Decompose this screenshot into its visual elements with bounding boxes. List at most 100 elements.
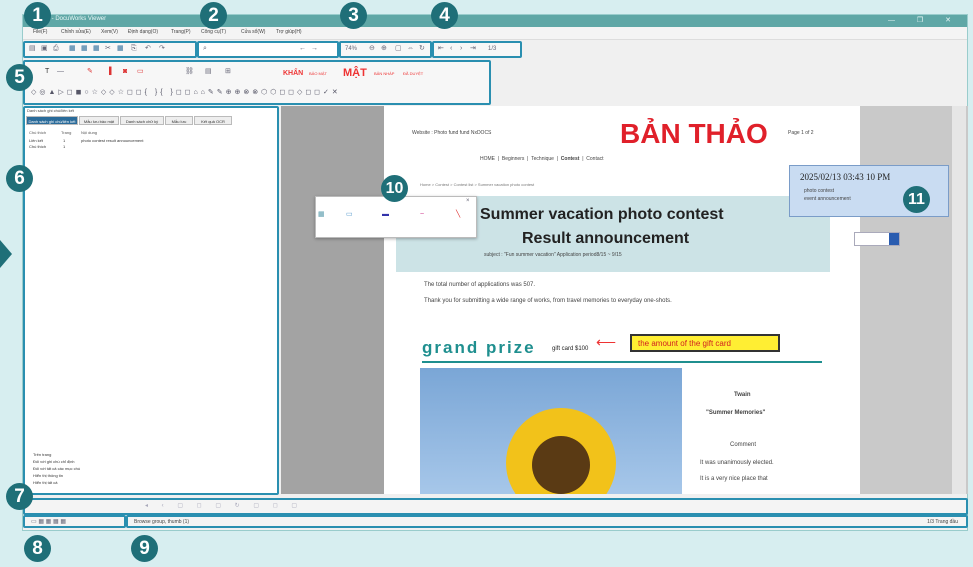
option-show-info[interactable]: Hiển thị thông tin bbox=[33, 473, 63, 478]
shape-tools-row[interactable]: ◇◎▲▷◻◼○☆◇◇☆◻◻{ }{ }◻◻⌂⌂✎✎⊕⊕⊗⊗⬡⬡◻◻◇◻◻✓✕ bbox=[31, 88, 341, 96]
note-line-1: photo contest bbox=[804, 188, 835, 194]
para-applications: The total number of applications was 507… bbox=[424, 282, 536, 288]
blue-slider-handle[interactable] bbox=[854, 232, 900, 246]
zoom-value[interactable]: 74% bbox=[345, 43, 357, 55]
menu-help[interactable]: Trợ giúp(H) bbox=[276, 29, 302, 35]
menu-page[interactable]: Trang(P) bbox=[171, 29, 191, 35]
option-all-items[interactable]: Đối với tất cả các mục chú bbox=[33, 466, 80, 471]
badge-2: 2 bbox=[200, 2, 227, 29]
palette-fill-icon[interactable]: ▭ bbox=[346, 209, 353, 221]
shape-icon[interactable]: ▭ bbox=[137, 66, 144, 78]
floating-tool-palette[interactable]: ▦ ▭ ▬ ~ ╲ × bbox=[315, 196, 477, 238]
comment-label: Comment bbox=[730, 442, 757, 448]
stamp-mat[interactable]: MẬT bbox=[343, 67, 367, 79]
palette-curve-icon[interactable]: ~ bbox=[420, 209, 424, 221]
undo-icon[interactable]: ↶ bbox=[145, 43, 151, 55]
fit-page-icon[interactable]: ▢ bbox=[395, 43, 402, 55]
menu-view[interactable]: Xem(V) bbox=[101, 29, 118, 35]
line-tool-icon[interactable]: — bbox=[57, 66, 64, 78]
paste-icon[interactable]: ⎘ bbox=[131, 43, 137, 55]
grid-icon[interactable]: ⊞ bbox=[225, 66, 231, 78]
palette-pen-icon[interactable]: ╲ bbox=[456, 209, 460, 221]
save-icon[interactable]: ▣ bbox=[41, 43, 48, 55]
redo-icon[interactable]: ↷ bbox=[159, 43, 165, 55]
note-icon[interactable]: ▤ bbox=[205, 66, 212, 78]
menu-file[interactable]: File(F) bbox=[33, 29, 47, 35]
zoom-in-icon[interactable]: ⊕ bbox=[381, 43, 387, 55]
teal-divider bbox=[422, 361, 822, 363]
option-show-all[interactable]: Hiển thị tất cả bbox=[33, 480, 57, 485]
palette-color-icon[interactable]: ▦ bbox=[318, 209, 325, 221]
search-icon[interactable]: ⌕ bbox=[203, 43, 207, 55]
prev-page-icon[interactable]: ‹ bbox=[450, 43, 452, 55]
subject-line: subject : "Fun summer vacation" Applicat… bbox=[484, 252, 622, 258]
tab-secure-templates[interactable]: Mẫu lưu bảo mật bbox=[79, 116, 119, 125]
panel-frame bbox=[23, 106, 279, 495]
slider-thumb[interactable] bbox=[889, 233, 899, 245]
zoom-out-icon[interactable]: ⊖ bbox=[369, 43, 375, 55]
standard-toolbar: ▤ ▣ ⎙ ▦ ▦ ▦ ✂ ▦ ⎘ ↶ ↷ bbox=[23, 41, 197, 58]
badge-9: 9 bbox=[131, 535, 158, 562]
print-icon[interactable]: ⎙ bbox=[53, 43, 59, 55]
page-value[interactable]: 1/3 bbox=[488, 43, 496, 55]
stamp-small-2[interactable]: BẢN NHÁP bbox=[374, 71, 394, 76]
nav-beginners[interactable]: Beginners bbox=[502, 156, 525, 162]
status-bar: Browse group, thumb (1) 1/3 Trang đầu bbox=[126, 515, 968, 528]
stamp-small-1[interactable]: BẢO MẬT bbox=[309, 71, 327, 76]
highlighter-icon[interactable]: ▌ bbox=[109, 66, 114, 78]
first-page-icon[interactable]: ⇤ bbox=[438, 43, 444, 55]
view-single-icon[interactable]: ▭ ▦ ▦ ▦ ▦ bbox=[31, 516, 66, 528]
tab-notes-links[interactable]: Danh sách ghi chú/liên kết bbox=[26, 116, 78, 125]
window-title: ... - DocuWorks Viewer bbox=[45, 16, 107, 22]
text-tool-icon[interactable]: T bbox=[45, 66, 49, 78]
menu-tools[interactable]: Công cụ(T) bbox=[201, 29, 226, 35]
option-specified[interactable]: Đối với ghi chú chỉ định bbox=[33, 459, 75, 464]
next-page-icon[interactable]: › bbox=[460, 43, 462, 55]
status-message: Browse group, thumb (1) bbox=[134, 519, 190, 525]
panel-header: Danh sách ghi chú/liên kết bbox=[27, 108, 74, 113]
nav-technique[interactable]: Technique bbox=[531, 156, 554, 162]
palette-line-icon[interactable]: ▬ bbox=[382, 209, 389, 221]
gift-callout-box[interactable]: the amount of the gift card bbox=[630, 334, 780, 352]
stamp-icon[interactable]: ◙ bbox=[123, 66, 127, 78]
window-controls[interactable]: — ❐ ✕ bbox=[888, 16, 961, 24]
link-icon[interactable]: ⛓ bbox=[185, 66, 194, 78]
option-on-page[interactable]: Trên trang bbox=[33, 452, 51, 457]
nav-home[interactable]: HOME bbox=[480, 156, 495, 162]
badge-1: 1 bbox=[24, 2, 51, 29]
fit-width-icon[interactable]: ⇔ bbox=[407, 43, 414, 55]
column-page: Trang bbox=[61, 130, 72, 135]
bottom-toolbar: ◂ ‹ ▢ ◻ ▢ ↻ ▢ ◻ ▢ bbox=[23, 498, 968, 515]
winner-title: "Summer Memories" bbox=[706, 410, 766, 416]
close-icon[interactable]: × bbox=[466, 195, 470, 207]
view-icon-1[interactable]: ▦ bbox=[69, 43, 76, 55]
view-icon-2[interactable]: ▦ bbox=[81, 43, 88, 55]
last-page-icon[interactable]: ⇥ bbox=[470, 43, 476, 55]
view-icon-3[interactable]: ▦ bbox=[93, 43, 100, 55]
tab-ocr[interactable]: Kết quả OCR bbox=[194, 116, 232, 125]
menu-format[interactable]: Định dạng(O) bbox=[128, 29, 158, 35]
stamp-small-3[interactable]: ĐÃ DUYỆT bbox=[403, 71, 423, 76]
bottom-tool-icons[interactable]: ◂ ‹ ▢ ◻ ▢ ↻ ▢ ◻ ▢ bbox=[145, 502, 303, 509]
badge-3: 3 bbox=[340, 2, 367, 29]
cut-icon[interactable]: ✂ bbox=[105, 43, 111, 55]
zoom-toolbar: 74% ⊖ ⊕ ▢ ⇔ ↻ bbox=[339, 41, 432, 58]
menu-edit[interactable]: Chỉnh sửa(E) bbox=[61, 29, 91, 35]
menu-bar: File(F) Chỉnh sửa(E) Xem(V) Định dạng(O)… bbox=[23, 27, 967, 40]
search-prev-icon[interactable]: ← bbox=[299, 43, 306, 55]
tab-signatures[interactable]: Danh sách chữ ký bbox=[120, 116, 164, 125]
stamp-khan[interactable]: KHẨN bbox=[283, 70, 303, 77]
pen-icon[interactable]: ✎ bbox=[87, 66, 93, 78]
vertical-scrollbar[interactable] bbox=[952, 106, 966, 494]
menu-window[interactable]: Cửa sổ(W) bbox=[241, 29, 265, 35]
folder-icon[interactable]: ▤ bbox=[29, 43, 36, 55]
badge-7: 7 bbox=[6, 483, 33, 510]
nav-contest[interactable]: Contest bbox=[561, 156, 580, 162]
nav-contact[interactable]: Contact bbox=[586, 156, 603, 162]
status-right: 1/3 Trang đầu bbox=[927, 519, 958, 525]
result-title: Result announcement bbox=[522, 230, 690, 247]
rotate-icon[interactable]: ↻ bbox=[419, 43, 425, 55]
tab-templates[interactable]: Mẫu lưu bbox=[165, 116, 193, 125]
copy-icon[interactable]: ▦ bbox=[117, 43, 124, 55]
search-next-icon[interactable]: → bbox=[311, 43, 318, 55]
